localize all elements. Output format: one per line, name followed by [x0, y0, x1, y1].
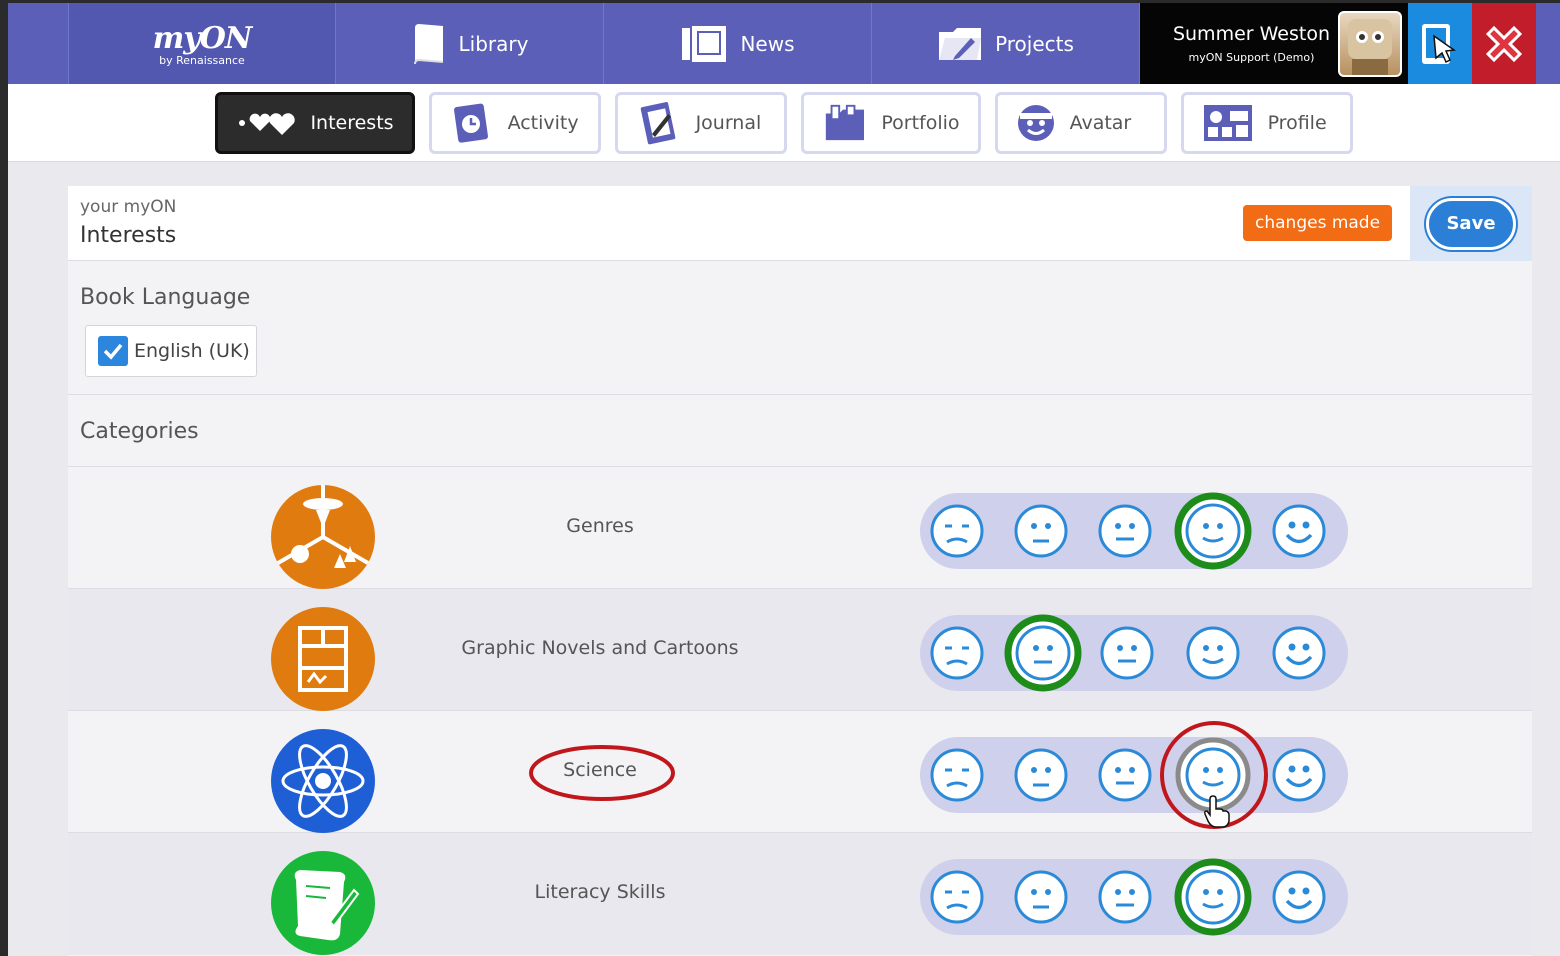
tab-avatar[interactable]: Avatar [994, 92, 1167, 154]
clock-book-icon [453, 103, 488, 143]
folder-pen-icon [939, 27, 982, 60]
window-edge [0, 0, 8, 956]
portfolio-icon [825, 104, 864, 141]
category-label: Genres [566, 515, 634, 537]
rating-scale [920, 614, 1348, 692]
logo-text: myON [152, 20, 253, 56]
journal-icon [640, 102, 675, 145]
annotation-oval [529, 745, 675, 801]
logout-button[interactable] [1472, 3, 1536, 84]
categories-title: Categories [80, 419, 199, 444]
tab-activity-label: Activity [507, 112, 579, 134]
hearts-icon [239, 113, 296, 135]
nav-library[interactable]: Library [336, 3, 604, 84]
category-list: Genres Graphic Novels and Cartoons Scien… [68, 467, 1532, 955]
face-sad-icon-selected[interactable] [1004, 614, 1082, 692]
face-neutral-icon[interactable] [1100, 626, 1154, 680]
tablet-exit-icon [1422, 23, 1457, 64]
nav-projects-label: Projects [995, 31, 1074, 56]
face-sad-icon[interactable] [1014, 748, 1068, 802]
newspaper-icon [682, 25, 727, 62]
interests-panel: your myON Interests changes made Save Bo… [68, 186, 1532, 956]
tab-journal[interactable]: Journal [614, 92, 787, 154]
language-option[interactable]: English (UK) [85, 325, 257, 377]
tab-avatar-label: Avatar [1069, 112, 1132, 134]
category-row-genres: Genres [68, 467, 1532, 589]
tab-portfolio[interactable]: Portfolio [800, 92, 981, 154]
breadcrumb: your myON [80, 197, 177, 217]
nav-news[interactable]: News [604, 3, 872, 84]
category-row-graphic-novels: Graphic Novels and Cartoons [68, 589, 1532, 711]
atom-icon [271, 729, 375, 833]
avatar[interactable] [1338, 10, 1402, 77]
book-language-title: Book Language [80, 285, 251, 310]
book-icon [413, 23, 443, 64]
tab-interests-label: Interests [310, 112, 394, 134]
page-title: Interests [80, 223, 177, 248]
panel-header: your myON Interests changes made Save [68, 186, 1532, 261]
face-very-sad-icon[interactable] [930, 748, 984, 802]
language-checkbox[interactable] [98, 336, 128, 366]
save-area: Save [1410, 186, 1532, 261]
nav-projects[interactable]: Projects [872, 3, 1140, 84]
face-very-sad-icon[interactable] [930, 870, 984, 924]
scroll-icon [271, 851, 375, 955]
face-very-happy-icon[interactable] [1272, 626, 1326, 680]
user-role: myON Support (Demo) [1188, 51, 1315, 64]
language-label: English (UK) [134, 340, 250, 362]
hand-cursor-icon [1204, 795, 1230, 828]
user-name: Summer Weston [1172, 23, 1330, 45]
tab-interests[interactable]: Interests [215, 92, 415, 154]
face-happy-icon[interactable] [1186, 626, 1240, 680]
checkmark-icon [103, 343, 123, 360]
category-label: Literacy Skills [534, 881, 666, 903]
tab-activity[interactable]: Activity [428, 92, 601, 154]
logo-subtext: by Renaissance [159, 53, 245, 67]
genres-icon [271, 485, 375, 589]
close-icon [1485, 25, 1523, 62]
face-happy-icon-selected[interactable] [1174, 858, 1252, 936]
nav-news-label: News [740, 31, 795, 56]
face-very-happy-icon[interactable] [1272, 504, 1326, 558]
face-neutral-icon[interactable] [1098, 870, 1152, 924]
rating-scale [920, 492, 1348, 570]
user-account[interactable]: Summer Weston myON Support (Demo) [1140, 3, 1408, 84]
tab-profile-label: Profile [1267, 112, 1327, 134]
tab-profile[interactable]: Profile [1180, 92, 1353, 154]
face-very-happy-icon[interactable] [1272, 748, 1326, 802]
profile-subnav: Interests Activity Journal Portfolio Ava… [8, 84, 1560, 162]
comic-icon [271, 607, 375, 711]
face-happy-icon-selected[interactable] [1174, 492, 1252, 570]
rating-scale [920, 737, 1348, 813]
face-neutral-icon[interactable] [1098, 504, 1152, 558]
save-button[interactable]: Save [1426, 197, 1516, 250]
tab-portfolio-label: Portfolio [881, 112, 960, 134]
face-very-happy-icon[interactable] [1272, 870, 1326, 924]
profile-icon [1203, 105, 1252, 141]
myon-logo[interactable]: myON by Renaissance [68, 3, 336, 84]
category-row-science: Science [68, 711, 1532, 833]
rating-scale [920, 858, 1348, 936]
category-row-literacy-skills: Literacy Skills [68, 833, 1532, 955]
face-neutral-icon[interactable] [1098, 748, 1152, 802]
book-language-section: Book Language English (UK) [68, 261, 1532, 395]
category-label: Graphic Novels and Cartoons [461, 637, 739, 659]
categories-header: Categories [68, 395, 1532, 467]
face-very-sad-icon[interactable] [930, 504, 984, 558]
face-very-sad-icon[interactable] [930, 626, 984, 680]
face-sad-icon[interactable] [1014, 504, 1068, 558]
exit-to-tablet-button[interactable] [1408, 3, 1472, 84]
top-navigation-bar: myON by Renaissance Library News Project… [8, 0, 1560, 84]
face-icon [1017, 105, 1054, 141]
nav-library-label: Library [458, 31, 529, 56]
status-badge: changes made [1243, 205, 1393, 241]
face-sad-icon[interactable] [1014, 870, 1068, 924]
tab-journal-label: Journal [695, 112, 762, 134]
